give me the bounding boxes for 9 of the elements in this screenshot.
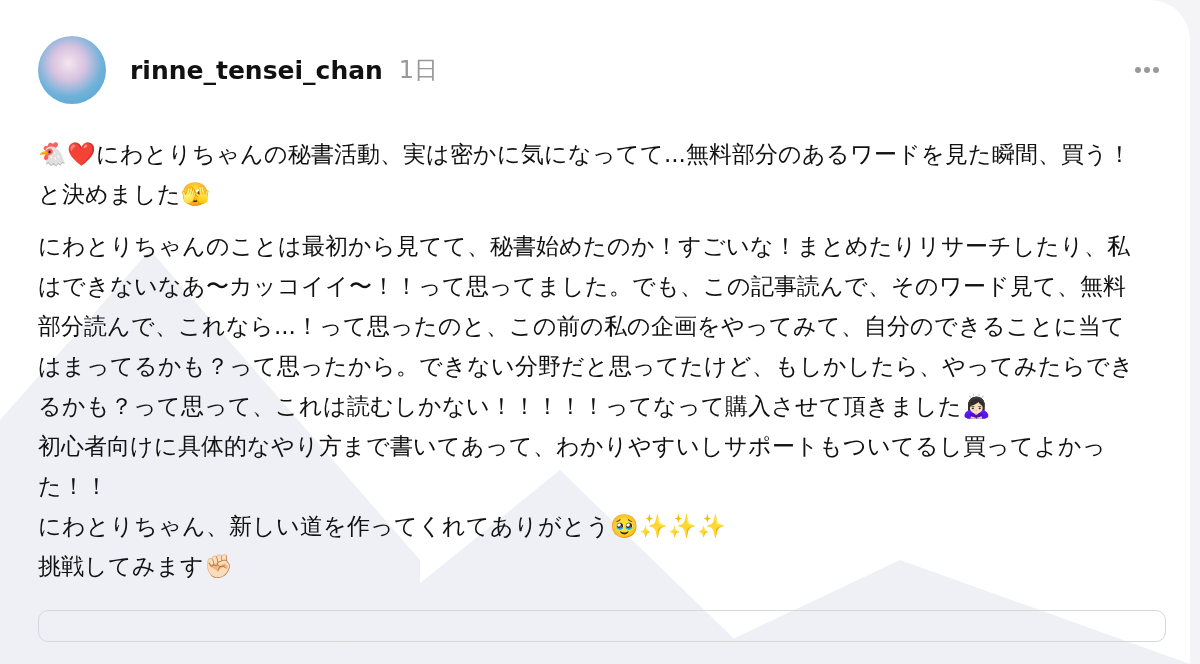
post-text: 🐔❤にわとりちゃんの秘書活動、実は密かに気になってて...無料部分のあるワードを見た瞬間、買う！と決めました🫣 — [38, 140, 1132, 209]
post-text: 初心者向けに具体的なやり方まで書いてあって、わかりやすいしサポートもついてるし買ってよかった！！ — [38, 432, 1107, 501]
post-time: 1日 — [398, 55, 439, 86]
post-text: にわとりちゃんのことは最初から見てて、秘書始めたのか！すごいな！まとめたりリサーチしたり、私はできないなあ〜カッコイイ〜！！って思ってました。でも、この記事読んで、そのワード見て、無料部分読んで、これなら...！って思ったのと、この前の私の企画をやってみて、自分のできることに当てはまってるかも？って思ったから。できない分野だと思ってたけど、もしかしたら、やってみたらできるかも？って思って、これは読むしかない！！！！！ってなって購入させて頂きました🙇🏻‍♀ — [38, 232, 1135, 421]
post-text: にわとりちゃん、新しい道を作ってくれてありがとう🥹✨✨✨ — [38, 512, 727, 541]
more-options-icon[interactable] — [1134, 66, 1160, 74]
reply-field[interactable] — [38, 610, 1166, 642]
post-text: 挑戦してみます✊🏻 — [38, 552, 234, 581]
username[interactable]: rinne_tensei_chan — [130, 55, 383, 85]
